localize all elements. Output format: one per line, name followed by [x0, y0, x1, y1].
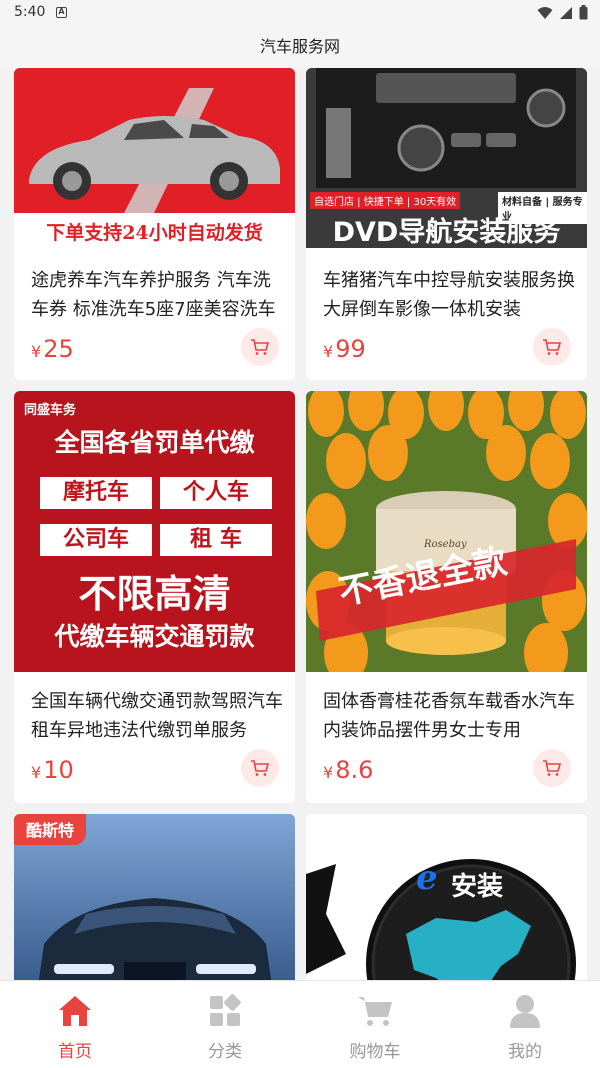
- bottom-navigation: 首页 分类 购物车 我的: [0, 980, 600, 1068]
- cart-icon: [543, 760, 562, 776]
- app-header: 汽车服务网: [0, 26, 600, 68]
- product-price: ¥25: [31, 335, 74, 363]
- image-brand: 同盛车务: [24, 403, 77, 418]
- image-line3: 代缴车辆交通罚款: [54, 622, 255, 651]
- nav-profile-label: 我的: [508, 1042, 542, 1062]
- home-icon: [59, 996, 91, 1026]
- page-title: 汽车服务网: [259, 37, 340, 56]
- nav-category[interactable]: 分类: [150, 981, 300, 1068]
- product-grid[interactable]: 下单支持24小时自动发货 途虎养车汽车养护服务 汽车洗车券 标准洗车5座7座美容…: [0, 68, 600, 980]
- add-to-cart-button[interactable]: [241, 749, 279, 787]
- status-time: 5:40: [14, 4, 46, 20]
- product-card[interactable]: 酷斯特: [14, 814, 295, 980]
- nav-profile[interactable]: 我的: [450, 981, 600, 1068]
- product-image[interactable]: Rosebay 不香退全款: [306, 391, 587, 672]
- nav-home[interactable]: 首页: [0, 981, 150, 1068]
- image-line1: 全国各省罚单代缴: [54, 428, 255, 457]
- product-title[interactable]: 车猪猪汽车中控导航安装服务换大屏倒车影像一体机安装: [323, 266, 575, 324]
- user-icon: [510, 995, 540, 1028]
- image-box2: 个人车: [160, 477, 272, 509]
- product-price: ¥10: [31, 756, 74, 784]
- cart-icon: [251, 339, 270, 355]
- add-to-cart-button[interactable]: [241, 328, 279, 366]
- install-map-illustration: [306, 814, 587, 980]
- product-price: ¥8.6: [323, 756, 374, 784]
- product-title[interactable]: 全国车辆代缴交通罚款驾照汽车租车异地违法代缴罚单服务: [31, 687, 283, 745]
- product-image[interactable]: 同盛车务 全国各省罚单代缴 摩托车 个人车 公司车 租 车 不限高清 代缴车辆交…: [14, 391, 295, 672]
- cart-icon: [358, 997, 392, 1026]
- image-box3: 公司车: [40, 524, 152, 556]
- nav-cart[interactable]: 购物车: [300, 981, 450, 1068]
- cart-icon: [251, 760, 270, 776]
- product-image[interactable]: 下单支持24小时自动发货: [14, 68, 295, 248]
- nav-home-label: 首页: [58, 1042, 92, 1062]
- status-icons: [537, 5, 588, 20]
- cart-icon: [543, 339, 562, 355]
- wifi-icon: [537, 6, 553, 19]
- category-icon: [210, 994, 241, 1026]
- add-to-cart-button[interactable]: [533, 749, 571, 787]
- image-box1: 摩托车: [40, 477, 152, 509]
- image-banner-text: DVD导航安装服务: [332, 217, 561, 248]
- product-image[interactable]: 自选门店 | 快捷下单 | 30天有效 材料自备 | 服务专业 DVD导航安装服…: [306, 68, 587, 248]
- product-title[interactable]: 固体香膏桂花香氛车载香水汽车内装饰品摆件男女士专用: [323, 687, 575, 745]
- notification-icon: A: [56, 7, 67, 18]
- signal-icon: [560, 6, 572, 19]
- nav-cart-label: 购物车: [349, 1042, 401, 1062]
- status-bar: 5:40 A: [0, 0, 600, 26]
- product-image[interactable]: e 安装: [306, 814, 587, 980]
- nav-category-label: 分类: [208, 1042, 242, 1062]
- fragrance-illustration: [306, 391, 587, 672]
- image-tag-left: 自选门店 | 快捷下单 | 30天有效: [310, 192, 461, 209]
- image-box4: 租 车: [160, 524, 272, 556]
- product-card[interactable]: e 安装: [306, 814, 587, 980]
- battery-icon: [579, 5, 588, 20]
- image-banner-text: 下单支持24小时自动发货: [46, 222, 263, 244]
- image-brand-badge: 酷斯特: [14, 814, 87, 845]
- product-card[interactable]: Rosebay 不香退全款 固体香膏桂花香氛车载香水汽车内装饰品摆件男女士专用 …: [306, 391, 587, 803]
- product-card[interactable]: 下单支持24小时自动发货 途虎养车汽车养护服务 汽车洗车券 标准洗车5座7座美容…: [14, 68, 295, 380]
- product-title[interactable]: 途虎养车汽车养护服务 汽车洗车券 标准洗车5座7座美容洗车: [31, 266, 283, 324]
- product-image[interactable]: 酷斯特: [14, 814, 295, 980]
- product-price: ¥99: [323, 335, 366, 363]
- image-line2: 不限高清: [78, 572, 231, 616]
- image-install-label: 安装: [451, 872, 504, 902]
- image-e-logo: e: [416, 858, 438, 898]
- add-to-cart-button[interactable]: [533, 328, 571, 366]
- product-card[interactable]: 同盛车务 全国各省罚单代缴 摩托车 个人车 公司车 租 车 不限高清 代缴车辆交…: [14, 391, 295, 803]
- product-card[interactable]: 自选门店 | 快捷下单 | 30天有效 材料自备 | 服务专业 DVD导航安装服…: [306, 68, 587, 380]
